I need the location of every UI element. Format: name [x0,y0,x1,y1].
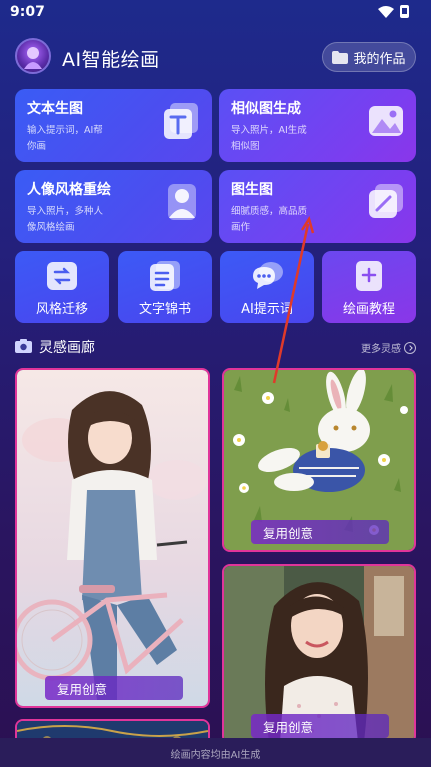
reuse-idea-button[interactable]: 复用创意 [251,714,389,738]
image-landscape-icon [369,106,403,136]
chevron-right-icon [404,341,416,354]
folder-icon [332,50,349,64]
text-t-icon [164,103,198,139]
artwork-girl-with-bicycle [17,370,208,706]
my-works-label: 我的作品 [353,51,406,67]
feature-title: 相似图生成 [231,101,301,117]
feature-card-similar-image[interactable]: 相似图生成 导入照片，AI生成相似图 [219,89,416,162]
my-works-button[interactable]: 我的作品 [322,42,416,72]
feature-desc: 导入照片，AI生成相似图 [231,125,307,152]
feature-card-portrait-restyle[interactable]: 人像风格重绘 导入照片，多种人像风格绘画 [15,170,212,243]
feature-title: 图生图 [231,182,273,198]
tool-label: 文字锦书 [138,302,191,317]
feature-title: 文本生图 [27,101,83,117]
app-logo-icon [15,38,51,74]
style-transfer-icon [47,262,77,290]
tutorial-book-icon [356,261,382,291]
feature-desc: 导入照片，多种人像风格绘画 [27,206,104,233]
status-icons [378,5,409,18]
more-inspiration-link[interactable]: 更多灵感 [361,340,416,355]
app-title: AI智能绘画 [62,49,160,71]
status-bar: 9:07 [0,0,431,26]
feature-card-image-to-image[interactable]: 图生图 细腻质感，高品质画作 [219,170,416,243]
feature-desc: 细腻质感，高品质画作 [231,206,308,233]
tool-ai-prompts[interactable]: AI提示词 [220,251,314,323]
tool-label: AI提示词 [241,302,293,317]
camera-icon [15,339,32,353]
feature-title: 人像风格重绘 [27,182,111,198]
portrait-person-icon [168,184,196,220]
feature-desc: 输入提示词，AI帮你画 [27,125,103,152]
gallery-title: 灵感画廊 [39,340,95,356]
reuse-idea-button[interactable]: 复用创意 [251,520,389,544]
footer-note: 绘画内容均由AI生成 [0,738,431,767]
tool-label: 绘画教程 [342,302,395,317]
wifi-icon [378,5,394,18]
gallery-card-girl-bicycle[interactable]: 复用创意 [15,368,210,708]
tool-drawing-tutorial[interactable]: 绘画教程 [322,251,416,323]
image-edit-icon [369,184,403,218]
tool-label: 风格迁移 [35,302,88,317]
tool-style-transfer[interactable]: 风格迁移 [15,251,109,323]
text-document-icon [150,261,180,291]
more-inspiration-label: 更多灵感 [361,344,401,355]
gallery-card-woman[interactable]: 复用创意 [222,564,416,744]
battery-icon [400,5,409,18]
tool-text-brocade[interactable]: 文字锦书 [118,251,212,323]
gallery-card-bunny[interactable]: 复用创意 [222,368,416,552]
app-header: AI智能绘画 我的作品 [0,36,431,80]
feature-card-text-to-image[interactable]: 文本生图 输入提示词，AI帮你画 [15,89,212,162]
gallery-header: 灵感画廊 更多灵感 [15,336,416,358]
reuse-idea-button[interactable]: 复用创意 [45,676,183,700]
chat-bubble-icon [253,262,283,289]
status-time: 9:07 [10,4,45,20]
